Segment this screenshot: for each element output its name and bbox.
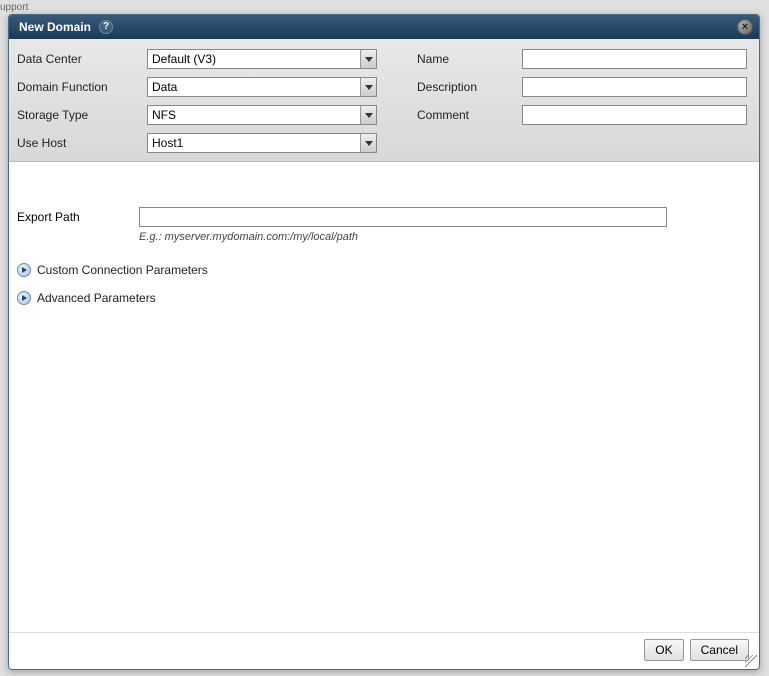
help-icon[interactable]: ? xyxy=(99,20,113,34)
description-label: Description xyxy=(417,80,522,94)
chevron-down-icon xyxy=(360,106,376,124)
name-label: Name xyxy=(417,52,522,66)
export-path-hint: E.g.: myserver.mydomain.com:/my/local/pa… xyxy=(139,231,751,243)
new-domain-dialog: New Domain ? × Data Center Default (V3) … xyxy=(8,14,760,670)
advanced-parameters-toggle[interactable]: Advanced Parameters xyxy=(17,291,751,305)
close-icon[interactable]: × xyxy=(737,19,753,35)
storage-type-select[interactable]: NFS xyxy=(147,105,377,125)
export-path-input[interactable] xyxy=(139,207,667,227)
dialog-footer: OK Cancel xyxy=(9,632,759,669)
comment-input[interactable] xyxy=(522,105,747,125)
name-input[interactable] xyxy=(522,49,747,69)
custom-connection-parameters-label: Custom Connection Parameters xyxy=(37,263,208,277)
chevron-right-icon xyxy=(17,263,31,277)
storage-type-value: NFS xyxy=(148,108,360,122)
chevron-down-icon xyxy=(360,134,376,152)
resize-grip-icon[interactable] xyxy=(745,655,757,667)
comment-label: Comment xyxy=(417,108,522,122)
cancel-button[interactable]: Cancel xyxy=(690,639,749,661)
dialog-title-bar: New Domain ? × xyxy=(9,15,759,39)
dialog-body: Export Path E.g.: myserver.mydomain.com:… xyxy=(9,162,759,313)
form-header: Data Center Default (V3) Name Domain Fun… xyxy=(9,39,759,162)
data-center-select[interactable]: Default (V3) xyxy=(147,49,377,69)
dialog-title: New Domain xyxy=(19,20,91,34)
data-center-value: Default (V3) xyxy=(148,52,360,66)
domain-function-select[interactable]: Data xyxy=(147,77,377,97)
advanced-parameters-label: Advanced Parameters xyxy=(37,291,156,305)
custom-connection-parameters-toggle[interactable]: Custom Connection Parameters xyxy=(17,263,751,277)
use-host-label: Use Host xyxy=(17,136,147,150)
domain-function-label: Domain Function xyxy=(17,80,147,94)
use-host-value: Host1 xyxy=(148,136,360,150)
data-center-label: Data Center xyxy=(17,52,147,66)
ok-button[interactable]: OK xyxy=(644,639,683,661)
chevron-down-icon xyxy=(360,78,376,96)
export-path-label: Export Path xyxy=(17,210,139,224)
description-input[interactable] xyxy=(522,77,747,97)
chevron-down-icon xyxy=(360,50,376,68)
chevron-right-icon xyxy=(17,291,31,305)
background-fragment: upport xyxy=(0,2,28,13)
use-host-select[interactable]: Host1 xyxy=(147,133,377,153)
storage-type-label: Storage Type xyxy=(17,108,147,122)
domain-function-value: Data xyxy=(148,80,360,94)
